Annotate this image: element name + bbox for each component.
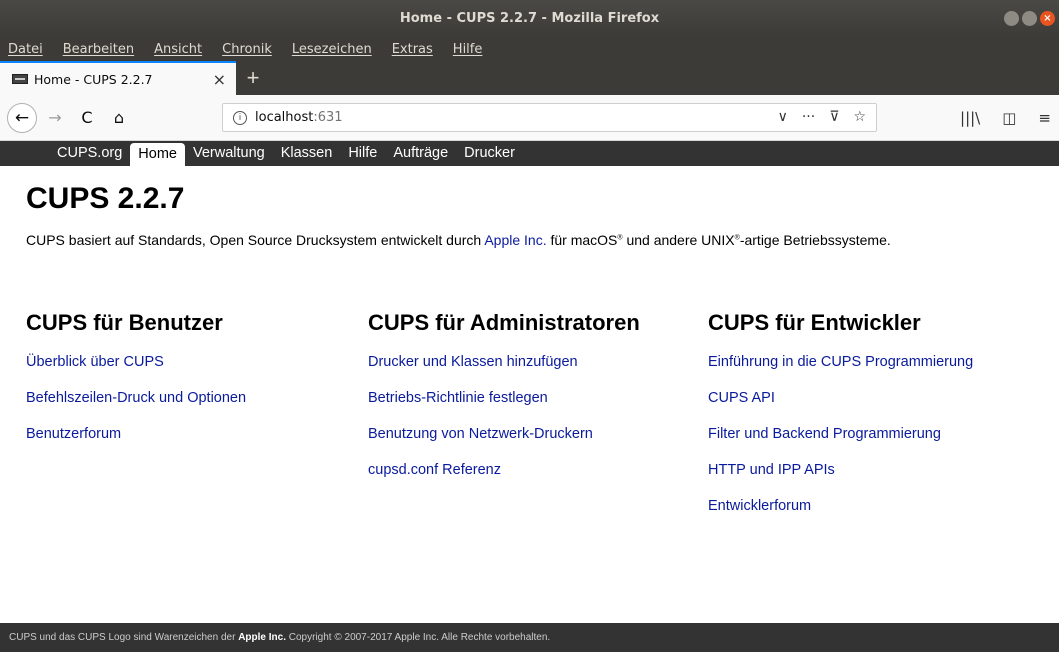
tab-home-cups[interactable]: Home - CUPS 2.2.7 × bbox=[0, 61, 236, 95]
tab-strip: Home - CUPS 2.2.7 × + bbox=[0, 61, 1059, 95]
sidebar-icon[interactable]: ◫ bbox=[1002, 109, 1016, 127]
link-filter-backend[interactable]: Filter und Backend Programmierung bbox=[708, 426, 1038, 462]
nav-klassen[interactable]: Klassen bbox=[273, 141, 341, 166]
window-titlebar: Home - CUPS 2.2.7 - Mozilla Firefox × bbox=[0, 0, 1059, 37]
page-title: CUPS 2.2.7 bbox=[26, 182, 185, 215]
pocket-icon[interactable]: ⊽ bbox=[829, 109, 839, 125]
toolbar-right: |||\ ◫ ≡ bbox=[960, 109, 1051, 127]
column-administratoren: CUPS für Administratoren Drucker und Kla… bbox=[368, 310, 698, 498]
navigation-bar: ← → C ⌂ i localhost:631 ∨ ··· ⊽ ☆ |||\ ◫… bbox=[0, 95, 1059, 141]
menu-lesezeichen[interactable]: Lesezeichen bbox=[292, 42, 372, 57]
link-ueberblick[interactable]: Überblick über CUPS bbox=[26, 354, 356, 390]
link-http-ipp[interactable]: HTTP und IPP APIs bbox=[708, 462, 1038, 498]
intro-part: für macOS bbox=[546, 232, 618, 248]
close-window-icon[interactable]: × bbox=[1040, 11, 1055, 26]
reload-icon[interactable]: C bbox=[73, 108, 101, 127]
url-bar[interactable]: i localhost:631 ∨ ··· ⊽ ☆ bbox=[222, 103, 877, 132]
new-tab-icon[interactable]: + bbox=[236, 61, 270, 95]
link-entwicklerforum[interactable]: Entwicklerforum bbox=[708, 498, 1038, 534]
menu-hilfe[interactable]: Hilfe bbox=[453, 42, 483, 57]
window-controls: × bbox=[1004, 11, 1055, 26]
info-icon[interactable]: i bbox=[233, 110, 247, 125]
intro-part: -artige Betriebssysteme. bbox=[739, 232, 891, 248]
intro-part: CUPS basiert auf Standards, Open Source … bbox=[26, 232, 485, 248]
nav-auftraege[interactable]: Aufträge bbox=[385, 141, 456, 166]
footer-text: CUPS und das CUPS Logo sind Warenzeichen… bbox=[9, 632, 239, 643]
column-heading: CUPS für Benutzer bbox=[26, 310, 223, 335]
intro-part: und andere UNIX bbox=[622, 232, 735, 248]
menu-ansicht[interactable]: Ansicht bbox=[154, 42, 202, 57]
column-benutzer: CUPS für Benutzer Überblick über CUPS Be… bbox=[26, 310, 356, 462]
link-drucker-hinzufuegen[interactable]: Drucker und Klassen hinzufügen bbox=[368, 354, 698, 390]
menu-bearbeiten[interactable]: Bearbeiten bbox=[63, 42, 134, 57]
url-port: :631 bbox=[313, 110, 343, 125]
tab-title: Home - CUPS 2.2.7 bbox=[34, 71, 153, 87]
window-title: Home - CUPS 2.2.7 - Mozilla Firefox bbox=[399, 11, 660, 26]
forward-icon[interactable]: → bbox=[41, 108, 69, 127]
close-tab-icon[interactable]: × bbox=[213, 70, 226, 89]
nav-verwaltung[interactable]: Verwaltung bbox=[185, 141, 273, 166]
nav-drucker[interactable]: Drucker bbox=[456, 141, 523, 166]
menubar: Datei Bearbeiten Ansicht Chronik Lesezei… bbox=[0, 37, 1059, 61]
apple-link[interactable]: Apple Inc. bbox=[484, 232, 546, 248]
footer-text: Copyright © 2007-2017 Apple Inc. Alle Re… bbox=[286, 632, 551, 643]
page-content: CUPS 2.2.7 CUPS basiert auf Standards, O… bbox=[26, 166, 1056, 514]
link-benutzerforum[interactable]: Benutzerforum bbox=[26, 426, 356, 462]
menu-extras[interactable]: Extras bbox=[392, 42, 433, 57]
column-entwickler: CUPS für Entwickler Einführung in die CU… bbox=[708, 310, 1038, 534]
nav-hilfe[interactable]: Hilfe bbox=[340, 141, 385, 166]
nav-home[interactable]: Home bbox=[130, 143, 185, 166]
link-cupsd-conf[interactable]: cupsd.conf Referenz bbox=[368, 462, 698, 498]
back-icon[interactable]: ← bbox=[7, 102, 37, 133]
cups-navigation: CUPS.org Home Verwaltung Klassen Hilfe A… bbox=[0, 141, 1059, 166]
bookmark-star-icon[interactable]: ☆ bbox=[853, 109, 866, 125]
home-icon[interactable]: ⌂ bbox=[105, 108, 133, 127]
cups-favicon-icon bbox=[12, 74, 28, 84]
link-netzwerk-drucker[interactable]: Benutzung von Netzwerk-Druckern bbox=[368, 426, 698, 462]
page-footer: CUPS und das CUPS Logo sind Warenzeichen… bbox=[0, 623, 1059, 652]
menu-chronik[interactable]: Chronik bbox=[222, 42, 272, 57]
hamburger-menu-icon[interactable]: ≡ bbox=[1038, 109, 1051, 127]
menu-datei[interactable]: Datei bbox=[8, 42, 43, 57]
nav-cups-org[interactable]: CUPS.org bbox=[49, 141, 130, 166]
column-heading: CUPS für Administratoren bbox=[368, 310, 640, 335]
link-befehlszeilen-druck[interactable]: Befehlszeilen-Druck und Optionen bbox=[26, 390, 356, 426]
link-betriebs-richtlinie[interactable]: Betriebs-Richtlinie festlegen bbox=[368, 390, 698, 426]
link-programmierung[interactable]: Einführung in die CUPS Programmierung bbox=[708, 354, 1038, 390]
url-host: localhost bbox=[255, 110, 314, 125]
dropdown-icon[interactable]: ∨ bbox=[778, 109, 788, 125]
page-actions-icon[interactable]: ··· bbox=[802, 109, 815, 125]
url-actions: ∨ ··· ⊽ ☆ bbox=[778, 109, 866, 125]
link-cups-api[interactable]: CUPS API bbox=[708, 390, 1038, 426]
footer-apple-link[interactable]: Apple Inc. bbox=[238, 632, 286, 643]
maximize-icon[interactable] bbox=[1022, 11, 1037, 26]
library-icon[interactable]: |||\ bbox=[960, 109, 980, 127]
minimize-icon[interactable] bbox=[1004, 11, 1019, 26]
column-heading: CUPS für Entwickler bbox=[708, 310, 921, 335]
intro-text: CUPS basiert auf Standards, Open Source … bbox=[26, 232, 1056, 248]
